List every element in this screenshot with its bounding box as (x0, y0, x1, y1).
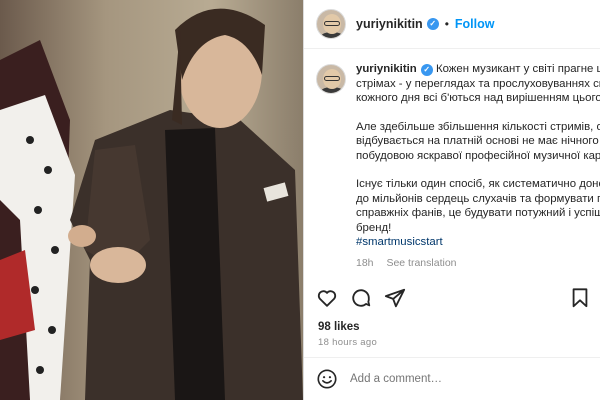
action-bar (316, 287, 591, 309)
caption-username[interactable]: yuriynikitin (356, 63, 417, 75)
emoji-icon[interactable] (316, 368, 338, 390)
post-photo-image (0, 0, 303, 400)
post-photo[interactable] (0, 0, 303, 400)
comment-input[interactable] (350, 373, 570, 385)
caption-paragraph-1: yuriynikitin ✓ Кожен музикант у світі пра… (356, 62, 600, 106)
post-detail-panel: yuriynikitin ✓ • Follow yuriynikitin ✓ Ко… (303, 0, 600, 400)
post-timestamp[interactable]: 18 hours ago (318, 337, 377, 348)
post-caption: yuriynikitin ✓ Кожен музикант у світі пра… (316, 62, 600, 272)
caption-paragraph-2: Але здебільше збільшення кількості стрим… (356, 120, 600, 164)
likes-count[interactable]: 98 likes (318, 321, 360, 333)
caption-paragraph-3: Існує тільки один спосіб, як систематичн… (356, 177, 600, 250)
caption-line: бренд! (356, 221, 392, 234)
follow-button[interactable]: Follow (455, 17, 495, 31)
caption-line: Кожен музикант у світі прагне шви (435, 63, 600, 75)
bookmark-icon[interactable] (569, 287, 591, 309)
caption-line: побудовою яскравої професійної музичної … (356, 149, 600, 162)
comment-bar (304, 357, 600, 400)
hashtag-link[interactable]: #smartmusicstart (356, 235, 600, 250)
caption-line: кожного дня всі б'ються над вирішенням ц… (356, 92, 600, 104)
caption-line: справжніх фанів, це будувати потужний і … (356, 207, 600, 219)
post-time-short[interactable]: 18h (356, 257, 374, 269)
caption-line: відбувається на платній основі не має ні… (356, 135, 600, 147)
caption-line: Існує тільки один спосіб, як систематичн… (356, 178, 600, 190)
share-icon[interactable] (384, 287, 406, 309)
caption-line: до мільйонів сердець слухачів та формува… (356, 192, 600, 205)
caption-meta: 18h See translation (356, 256, 600, 271)
post-header: yuriynikitin ✓ • Follow (304, 0, 600, 49)
caption-line: Але здебільше збільшення кількості стрим… (356, 120, 600, 133)
heart-icon[interactable] (316, 287, 338, 309)
caption-line: стрімах - у переглядах та прослуховуванн… (356, 77, 600, 90)
caption-text: yuriynikitin ✓ Кожен музикант у світі пра… (356, 62, 600, 272)
verified-badge-icon: ✓ (420, 64, 433, 76)
verified-badge-icon: ✓ (426, 18, 439, 30)
separator-dot: • (444, 17, 449, 31)
caption-author-avatar[interactable] (316, 64, 346, 94)
comment-icon[interactable] (350, 287, 372, 309)
author-username[interactable]: yuriynikitin (356, 17, 423, 31)
see-translation-link[interactable]: See translation (386, 257, 456, 269)
author-avatar[interactable] (316, 9, 346, 39)
